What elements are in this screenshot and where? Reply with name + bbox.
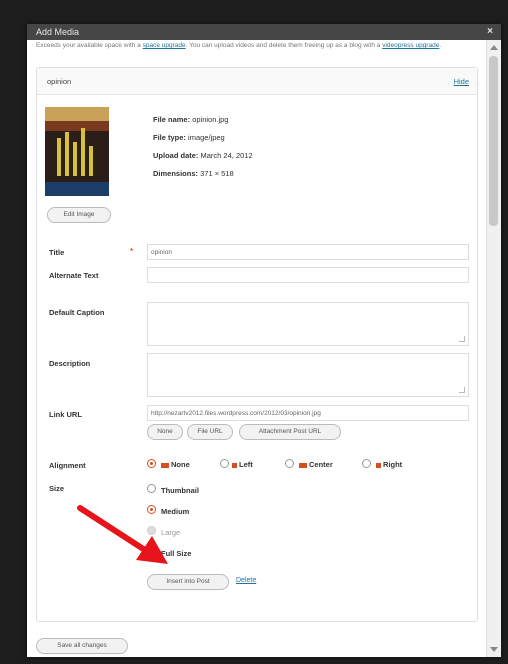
- annotation-arrow-icon: [77, 505, 168, 564]
